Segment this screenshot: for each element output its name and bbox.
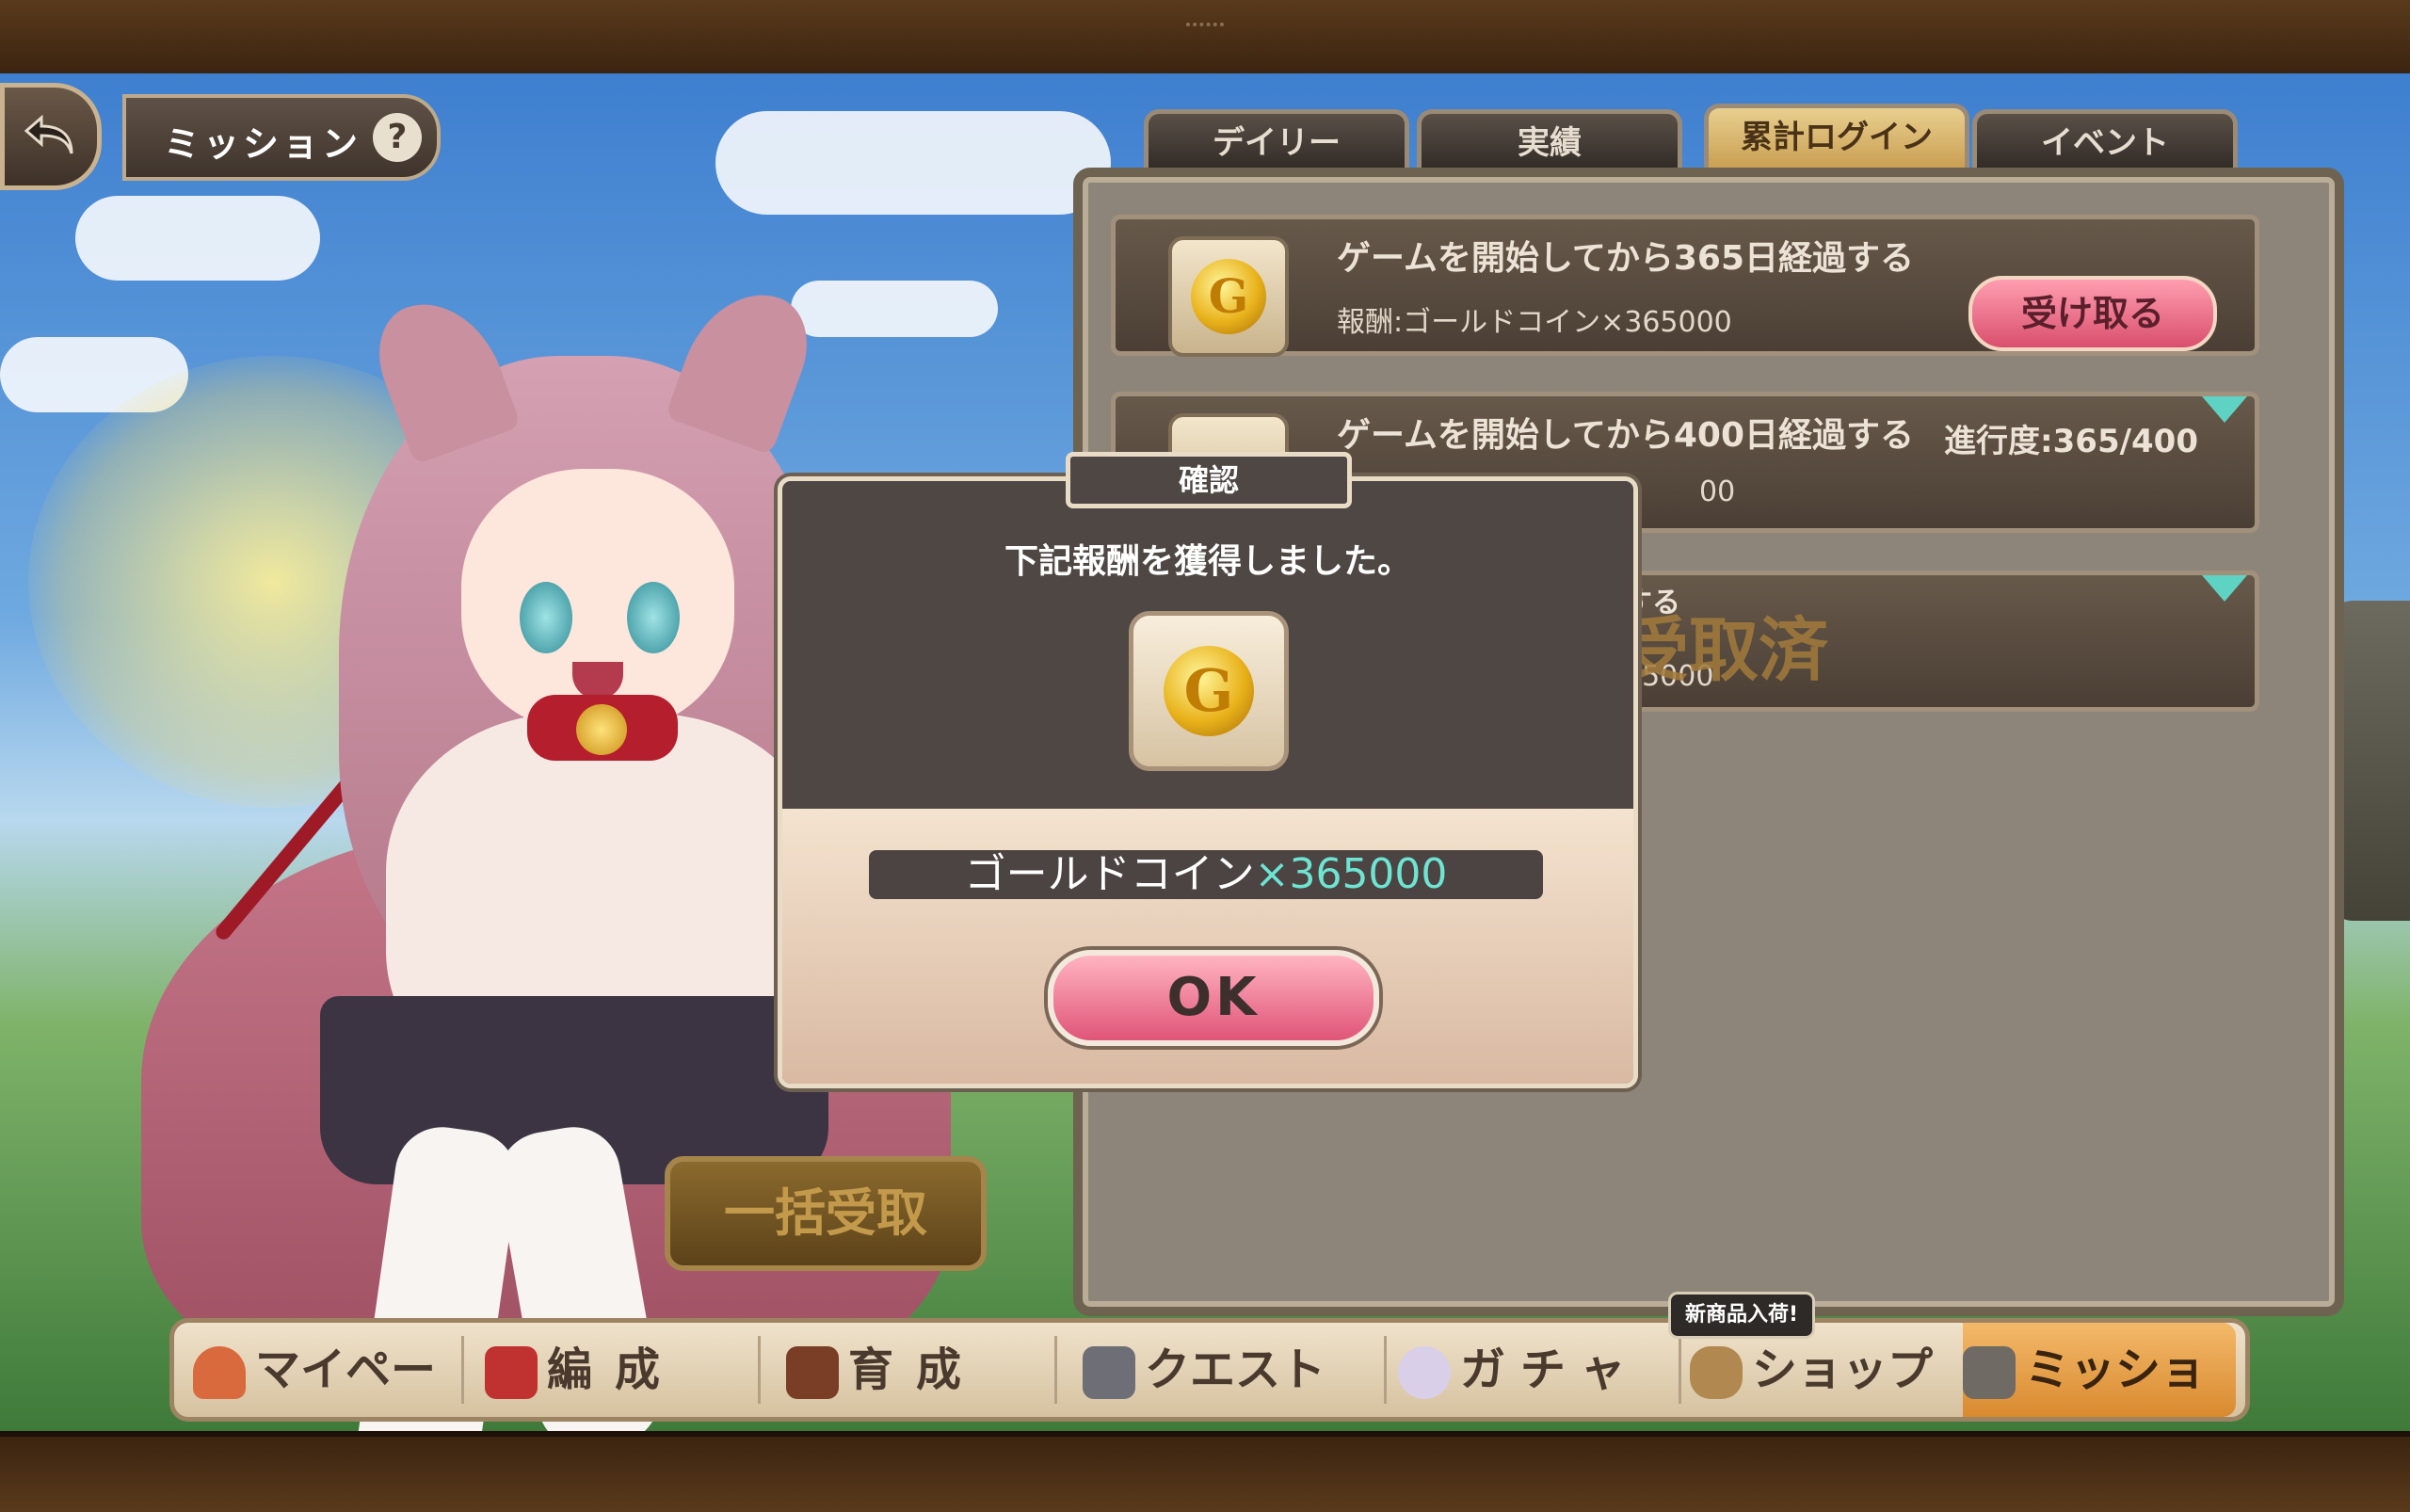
character-eye (520, 582, 572, 653)
shop-new-badge: 新商品入荷! (1668, 1292, 1815, 1339)
mushroom-icon (193, 1346, 246, 1399)
dialog-title: 確認 (1066, 452, 1352, 508)
nav-item-mission[interactable]: ミッション (1963, 1323, 2236, 1490)
nav-label: ガチャ (1460, 1343, 1641, 1396)
crossed-swords-icon (1083, 1346, 1135, 1399)
nav-divider (1679, 1336, 1681, 1404)
page-title-plate: ミッション ? (122, 94, 441, 181)
nav-item-training[interactable]: 育成 (786, 1323, 1050, 1417)
nav-divider (758, 1336, 761, 1404)
nav-label: 育成 (848, 1343, 985, 1396)
window-handle[interactable] (1186, 23, 1224, 32)
nav-label: ショップ (1752, 1343, 1934, 1396)
bottom-frame (0, 1431, 2410, 1512)
mission-title: ゲームを開始してから365日経過する (1337, 239, 1914, 278)
nav-label: 編成 (547, 1343, 683, 1396)
reward-item-name: ゴールドコイン (964, 850, 1255, 898)
bottom-nav: マイページ 編成 育成 クエスト ガチャ ショップ ミッション (169, 1318, 2250, 1490)
mission-reward: 00 (1699, 475, 1736, 508)
nav-item-formation[interactable]: 編成 (485, 1323, 748, 1417)
reward-multiplier: × (1254, 850, 1290, 898)
reward-quantity: 365000 (1289, 850, 1448, 898)
nav-divider (1384, 1336, 1387, 1404)
nav-item-gacha[interactable]: ガチャ (1398, 1323, 1671, 1417)
gold-coin-icon: G (1191, 259, 1266, 334)
dialog-message: 下記報酬を獲得しました。 (1004, 542, 1411, 581)
tab-daily[interactable]: デイリー (1144, 109, 1409, 172)
tab-achievements[interactable]: 実績 (1417, 109, 1682, 172)
flag-icon (485, 1346, 538, 1399)
dialog-top: 下記報酬を獲得しました。 G (782, 481, 1633, 809)
character-eye (627, 582, 680, 653)
top-frame (0, 0, 2410, 79)
gacha-egg-icon (1398, 1346, 1451, 1399)
shop-bag-icon (1690, 1346, 1743, 1399)
character-mouth (572, 662, 623, 700)
dialog-bottom: ゴールドコイン×365000 OK (782, 809, 1633, 1084)
mission-tabs: デイリー 実績 累計ログイン イベント (1144, 104, 2238, 174)
tab-event[interactable]: イベント (1972, 109, 2238, 172)
character-bell (576, 704, 627, 755)
nav-divider (461, 1336, 464, 1404)
expand-triangle-icon[interactable] (2202, 575, 2247, 602)
back-button[interactable] (0, 83, 102, 190)
reward-icon: G (1168, 236, 1289, 357)
mission-progress: 進行度:365/400 (1944, 423, 2198, 460)
nav-label: クエスト (1145, 1343, 1326, 1396)
mission-reward: 報酬:ゴールドコイン×365000 (1337, 306, 1732, 339)
received-stamp: 受取済 (1619, 610, 1828, 691)
receive-button[interactable]: 受け取る (1968, 276, 2217, 351)
expand-triangle-icon[interactable] (2202, 396, 2247, 423)
reward-item-frame: G (1129, 611, 1289, 771)
character-face (461, 469, 734, 732)
book-icon (786, 1346, 839, 1399)
mission-title: ゲームを開始してから400日経過する (1337, 416, 1914, 455)
reward-summary: ゴールドコイン×365000 (869, 850, 1543, 899)
mission-row: G ゲームを開始してから365日経過する 報酬:ゴールドコイン×365000 受… (1111, 215, 2259, 357)
nav-divider (1054, 1336, 1057, 1404)
confirm-dialog: 下記報酬を獲得しました。 G ゴールドコイン×365000 OK (778, 476, 1638, 1088)
tab-login-total[interactable]: 累計ログイン (1704, 104, 1969, 174)
back-arrow-icon (24, 114, 73, 154)
ok-button[interactable]: OK (1048, 950, 1379, 1046)
nav-item-quest[interactable]: クエスト (1083, 1323, 1374, 1417)
help-button[interactable]: ? (373, 113, 422, 162)
nav-item-mypage[interactable]: マイページ (193, 1323, 457, 1490)
mission-scroll-icon (1963, 1346, 2016, 1399)
bulk-receive-button[interactable]: 一括受取 (665, 1156, 987, 1271)
gold-coin-icon: G (1164, 646, 1254, 736)
page-title: ミッション (164, 123, 362, 165)
